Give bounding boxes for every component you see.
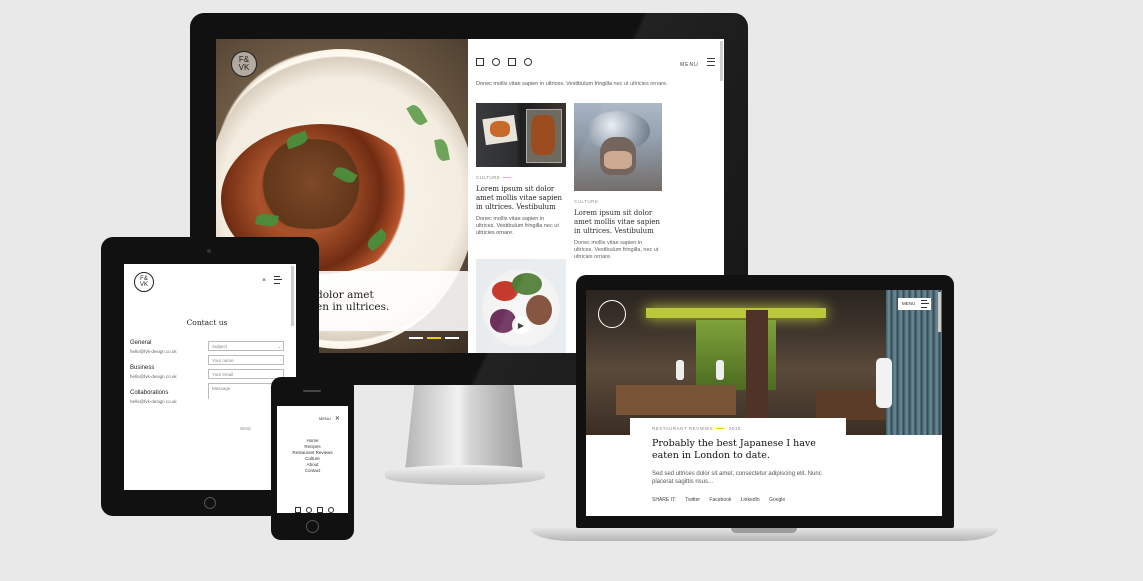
slider-dot[interactable] [445, 337, 459, 339]
scrollbar[interactable] [938, 292, 941, 332]
share-bar: SHARE IT: Twitter Facebook LinkedIn Goog… [652, 497, 785, 503]
card-excerpt: Donec mollis vitae sapien in ultrices. V… [476, 216, 559, 236]
email-icon[interactable] [328, 507, 334, 513]
contact-business: Business hello@fvk-design.co.uk [130, 365, 177, 379]
card-category[interactable]: CULTURE [476, 175, 512, 180]
share-linkedin-link[interactable]: LinkedIn [741, 497, 760, 503]
site-logo[interactable]: F& VK [231, 51, 257, 77]
slider-dot-active[interactable] [427, 337, 441, 339]
facebook-icon[interactable] [508, 58, 516, 66]
email-field[interactable]: Your email [208, 369, 284, 379]
email-link[interactable]: hello@fvk-design.co.uk [130, 399, 177, 404]
intro-text: Donec mollis vitae sapien in ultrices. V… [476, 81, 668, 87]
site-logo[interactable] [598, 300, 626, 328]
pinterest-icon[interactable] [492, 58, 500, 66]
pinterest-icon[interactable] [306, 507, 312, 513]
phone-speaker [303, 390, 321, 392]
share-twitter-link[interactable]: Twitter [685, 497, 700, 503]
food-graphic [531, 115, 555, 155]
facebook-icon[interactable] [317, 507, 323, 513]
category-underline [716, 428, 725, 430]
monitor-stand [405, 385, 523, 471]
ceiling-light-graphic [646, 308, 826, 318]
card-category[interactable]: CULTURE [574, 199, 598, 204]
menu-toggle[interactable]: MENU [680, 53, 716, 71]
laptop-device: MENU RESTAURANT REVIEWS 2015 Probably th… [576, 275, 954, 528]
restaurant-hero-image: MENU [586, 290, 942, 435]
card-title[interactable]: Lorem ipsum sit dolor amet mollis vitae … [476, 185, 568, 212]
send-button[interactable]: Send [240, 426, 251, 431]
slider-dot[interactable] [409, 337, 423, 339]
hamburger-icon [273, 276, 282, 284]
nav-item-contact[interactable]: Contact [277, 468, 348, 474]
instagram-icon[interactable] [295, 507, 301, 513]
tablet-camera [207, 249, 211, 253]
scrollbar[interactable] [291, 266, 294, 326]
menu-toggle[interactable]: MENU [898, 298, 931, 310]
home-button[interactable] [306, 520, 319, 533]
social-icons [476, 53, 540, 71]
contact-general: General hello@fvk-design.co.uk [130, 340, 177, 354]
share-google-link[interactable]: Google [769, 497, 785, 503]
category-underline [503, 177, 512, 179]
page-title: Contact us [186, 318, 228, 327]
monitor-stand-base [385, 465, 545, 485]
card-image-food[interactable] [476, 103, 566, 167]
mosaic-wall-graphic [886, 290, 942, 435]
share-facebook-link[interactable]: Facebook [709, 497, 731, 503]
card-image-salad[interactable]: ▶ [476, 259, 566, 353]
broccoli-graphic [512, 273, 542, 295]
instagram-icon[interactable] [476, 58, 484, 66]
article-title[interactable]: Probably the best Japanese I have eaten … [652, 438, 842, 462]
article-card: RESTAURANT REVIEWS 2015 Probably the bes… [630, 418, 846, 516]
card-image-portrait[interactable] [574, 103, 662, 191]
hamburger-icon [920, 300, 929, 308]
hamburger-icon [707, 57, 716, 66]
card-title[interactable]: Lorem ipsum sit dolor amet mollis vitae … [574, 209, 666, 236]
quinoa-graphic [526, 295, 552, 325]
play-icon[interactable]: ▶ [512, 316, 530, 334]
chef-graphic [876, 358, 892, 408]
card-excerpt: Donec mollis vitae sapien in ultrices. V… [574, 240, 659, 260]
hero-caption[interactable]: dolor amet en in ultrices. [316, 289, 466, 313]
chef-graphic [676, 360, 684, 380]
article-date: 2015 [728, 426, 741, 431]
face-graphic [604, 151, 632, 169]
article-meta: RESTAURANT REVIEWS 2015 [652, 426, 741, 431]
name-field[interactable]: Your name [208, 355, 284, 365]
subject-select[interactable]: Subject ⌄ [208, 341, 284, 351]
email-link[interactable]: hello@fvk-design.co.uk [130, 349, 177, 354]
social-icons [295, 500, 342, 513]
menu-toggle[interactable]: ✕ [262, 276, 282, 284]
laptop-screen: MENU RESTAURANT REVIEWS 2015 Probably th… [586, 290, 942, 516]
slider-dots [409, 326, 463, 344]
share-label: SHARE IT: [652, 497, 676, 503]
menu-toggle[interactable]: MENU ✕ [319, 415, 340, 422]
scrollbar[interactable] [720, 41, 723, 81]
site-logo[interactable]: F& VK [134, 272, 154, 292]
laptop-notch [731, 528, 797, 533]
chevron-down-icon: ⌄ [277, 344, 281, 349]
counter-graphic [616, 385, 736, 415]
home-button[interactable] [204, 497, 216, 509]
phone-device: MENU ✕ Home Recipes Restaurant Reviews C… [271, 377, 354, 540]
close-icon: ✕ [334, 416, 340, 422]
food-graphic [490, 121, 510, 137]
phone-screen: MENU ✕ Home Recipes Restaurant Reviews C… [277, 406, 348, 513]
mobile-nav: Home Recipes Restaurant Reviews Culture … [277, 438, 348, 474]
contact-collaborations: Collaborations hello@fvk-design.co.uk [130, 390, 177, 404]
pillar-graphic [746, 310, 768, 435]
chef-graphic [716, 360, 724, 380]
close-icon: ✕ [262, 277, 267, 284]
email-icon[interactable] [524, 58, 532, 66]
email-link[interactable]: hello@fvk-design.co.uk [130, 374, 177, 379]
article-excerpt: Sed sed ultrices dolor sit amet, consect… [652, 471, 822, 485]
category-link[interactable]: RESTAURANT REVIEWS [652, 426, 713, 431]
